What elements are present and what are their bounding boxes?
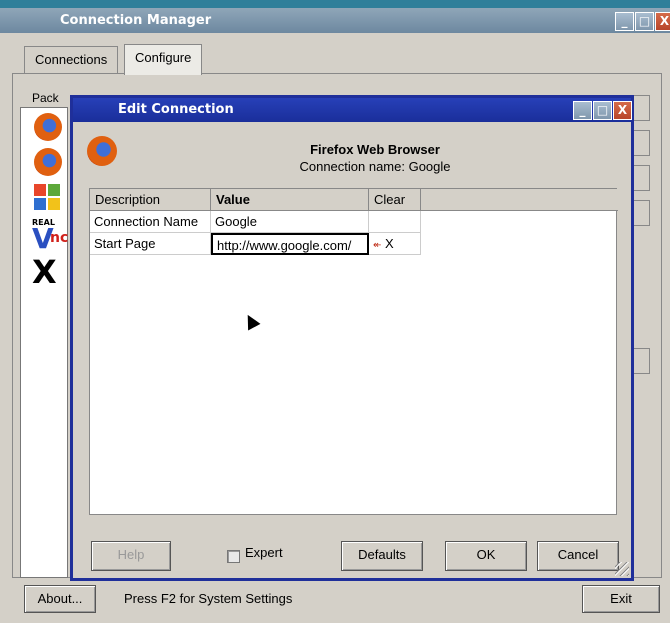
firefox-icon[interactable] — [34, 148, 62, 176]
realvnc-icon[interactable]: REAL V nc — [32, 218, 69, 256]
defaults-button[interactable]: Defaults — [341, 541, 423, 571]
column-header-value[interactable]: Value — [211, 189, 369, 211]
clear-arrow-icon: ↞ — [373, 240, 382, 251]
edit-connection-dialog: Edit Connection _ □ X Firefox Web Browse… — [70, 95, 634, 581]
row-value[interactable]: Google — [211, 211, 369, 233]
about-button[interactable]: About... — [24, 585, 96, 613]
minimize-button[interactable]: _ — [615, 12, 634, 31]
app-name: Firefox Web Browser — [310, 142, 440, 157]
windows-icon[interactable] — [34, 184, 62, 212]
tab-configure[interactable]: Configure — [124, 44, 203, 75]
dialog-titlebar[interactable]: Edit Connection _ □ X — [73, 98, 632, 122]
close-button[interactable]: X — [655, 12, 670, 31]
row-description[interactable]: Connection Name — [90, 211, 211, 233]
resize-grip[interactable] — [615, 562, 629, 576]
column-header-clear[interactable]: Clear — [369, 189, 421, 211]
expert-checkbox[interactable] — [227, 550, 240, 563]
column-header-description[interactable]: Description — [90, 189, 211, 211]
row-clear[interactable] — [369, 211, 421, 233]
package-column-header[interactable]: Pack — [20, 88, 68, 108]
dialog-close-button[interactable]: X — [613, 101, 632, 120]
outer-titlebar[interactable]: Connection Manager _ □ X — [0, 8, 670, 33]
firefox-icon[interactable] — [34, 113, 62, 141]
tab-connections[interactable]: Connections — [24, 46, 119, 73]
row-clear[interactable]: ↞ X — [369, 233, 421, 255]
settings-grid: Description Value Clear Connection Name … — [89, 188, 618, 515]
row-description[interactable]: Start Page — [90, 233, 211, 255]
vnc-nc-glyph: nc — [50, 230, 69, 246]
status-hint: Press F2 for System Settings — [124, 591, 293, 606]
x-icon[interactable]: X — [32, 255, 66, 289]
clear-x-label: X — [385, 236, 394, 251]
dialog-minimize-button[interactable]: _ — [573, 101, 592, 120]
column-header-filler — [421, 189, 618, 211]
expert-label[interactable]: Expert — [245, 545, 283, 560]
cancel-button[interactable]: Cancel — [537, 541, 619, 571]
dialog-maximize-button[interactable]: □ — [593, 101, 612, 120]
ok-button[interactable]: OK — [445, 541, 527, 571]
dialog-title: Edit Connection — [118, 102, 234, 117]
connection-name-line: Connection name: Google — [299, 159, 451, 174]
help-button[interactable]: Help — [91, 541, 171, 571]
exit-button[interactable]: Exit — [582, 585, 660, 613]
window-title: Connection Manager — [60, 13, 212, 28]
maximize-button[interactable]: □ — [635, 12, 654, 31]
start-page-input[interactable]: http://www.google.com/ — [211, 233, 369, 255]
